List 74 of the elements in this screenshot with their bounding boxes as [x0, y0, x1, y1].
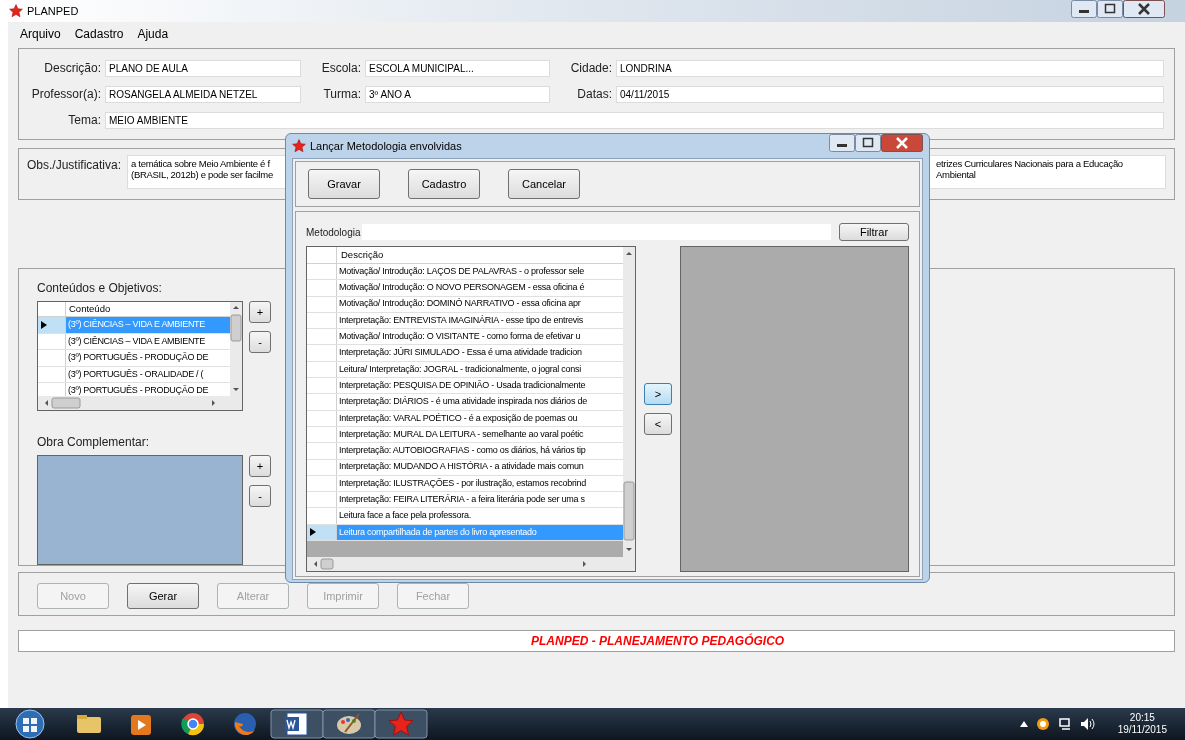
content-grid[interactable]: Conteúdo (3º) CIÊNCIAS – VIDA E AMBIENTE (3º) CIÊNCIAS – VIDA E AMBIENTE (3º) PORTUGUÊS - PRODUÇÃO DE (3º) PORTUGUÊS - ORALIDADE / ( (3º) PORTUGUÊS - PRODUÇÃO DE [37, 301, 243, 411]
current-row-icon [310, 528, 316, 537]
field-label: Descrição: [43, 60, 101, 77]
table-cell: (3º) PORTUGUÊS - PRODUÇÃO DE [66, 383, 230, 396]
window-title: PLANPED [27, 3, 79, 19]
text-field[interactable]: LONDRINA [616, 59, 1164, 77]
move-button[interactable]: > [644, 383, 672, 405]
close-button[interactable] [1123, 0, 1165, 18]
field-label: Cidade: [569, 60, 612, 77]
document-icon[interactable] [270, 709, 324, 739]
table-cell: Interpretação: FEIRA LITERÁRIA - a feira literária pode ser uma s [337, 492, 623, 508]
list-box[interactable] [37, 455, 243, 565]
network-icon[interactable] [1057, 717, 1072, 731]
minimize-button[interactable] [829, 134, 855, 152]
field-label: Tema: [67, 112, 101, 129]
table-cell: Leitura face a face pela professora. [337, 508, 623, 524]
text-line: (BRASIL, 2012b) e pode ser facilme [131, 169, 274, 180]
toolbar-button[interactable]: Cadastro [408, 169, 480, 199]
row-header[interactable] [38, 317, 66, 333]
small-button[interactable]: - [249, 331, 271, 353]
table-cell: Motivação/ Introdução: O VISITANTE - como forma de efetivar u [337, 329, 623, 345]
table-cell: Motivação/ Introdução: LAÇOS DE PALAVRAS - o professor sele [337, 264, 623, 280]
text-line: etrizes Curriculares Nacionais para a Educação Ambiental [936, 158, 1124, 182]
maximize-button[interactable] [855, 134, 881, 152]
column-header: Descrição [340, 247, 385, 262]
text-field[interactable]: 04/11/2015 [616, 85, 1164, 103]
small-button[interactable]: - [249, 485, 271, 507]
circle-icon[interactable] [1035, 717, 1050, 731]
field-label: Professor(a): [30, 86, 101, 103]
section-label: Conteúdos e Objetivos: [37, 280, 162, 297]
menu-item[interactable]: Cadastro [74, 25, 124, 43]
method-grid[interactable] [306, 246, 636, 572]
table-cell: (3º) PORTUGUÊS - PRODUÇÃO DE [66, 350, 230, 366]
text-field[interactable]: ROSANGELA ALMEIDA NETZEL [105, 85, 301, 103]
move-button[interactable]: < [644, 413, 672, 435]
clock-date[interactable]: 19/11/2015 [1117, 724, 1167, 736]
column-header: Conteúdo [68, 302, 112, 316]
small-button[interactable]: + [249, 455, 271, 477]
text-field[interactable]: ESCOLA MUNICIPAL... [365, 59, 550, 77]
maximize-button[interactable] [1097, 0, 1123, 18]
status-text: PLANPED - PLANEJAMENTO PEDAGÓGICO [531, 632, 785, 650]
field-label: Metodologia [306, 225, 361, 240]
menu-item[interactable]: Arquivo [20, 25, 61, 43]
text-field[interactable]: PLANO DE AULA [105, 59, 301, 77]
toolbar-button[interactable]: Cancelar [508, 169, 580, 199]
field-label: Obs./Justificativa: [27, 157, 122, 174]
minimize-button[interactable] [1071, 0, 1097, 18]
speaker-icon[interactable] [1079, 717, 1096, 731]
table-cell: Motivação/ Introdução: O NOVO PERSONAGEM - essa oficina é [337, 280, 623, 296]
action-button[interactable]: Gerar [127, 583, 199, 609]
table-cell: Interpretação: JÚRI SIMULADO - Essa é uma atividade tradicion [337, 345, 623, 361]
dialog-title: Lançar Metodologia envolvidas [310, 138, 462, 154]
table-cell: Interpretação: PESQUISA DE OPINIÃO - Usada tradicionalmente [337, 378, 623, 394]
table-cell: Interpretação: DIÁRIOS - é uma atividade inspirada nos diários de [337, 394, 623, 410]
table-cell: (3º) CIÊNCIAS – VIDA E AMBIENTE [66, 317, 230, 333]
text-field[interactable]: MEIO AMBIENTE [105, 111, 1164, 129]
section-label: Obra Complementar: [37, 434, 150, 451]
toolbar-button[interactable]: Gravar [308, 169, 380, 199]
table-cell: Interpretação: AUTOBIOGRAFIAS - como os diários, há vários tip [337, 443, 623, 459]
text-line: a temática sobre Meio Ambiente é f [131, 158, 271, 169]
small-button[interactable]: + [249, 301, 271, 323]
clock-time[interactable]: 20:15 [1129, 712, 1155, 724]
field-label: Turma: [322, 86, 361, 103]
text-field[interactable]: 3º ANO A [365, 85, 550, 103]
filter-button[interactable]: Filtrar [839, 223, 909, 241]
close-button[interactable] [881, 134, 923, 152]
app-star-icon [9, 4, 23, 18]
menu-item[interactable]: Ajuda [137, 25, 169, 43]
current-row-icon [41, 321, 47, 329]
app-star-icon [292, 139, 306, 153]
palette-icon[interactable] [322, 709, 376, 739]
field-label: Datas: [576, 86, 612, 103]
field-label: Escola: [320, 60, 361, 77]
show-hidden-icons-icon[interactable] [1019, 721, 1028, 727]
